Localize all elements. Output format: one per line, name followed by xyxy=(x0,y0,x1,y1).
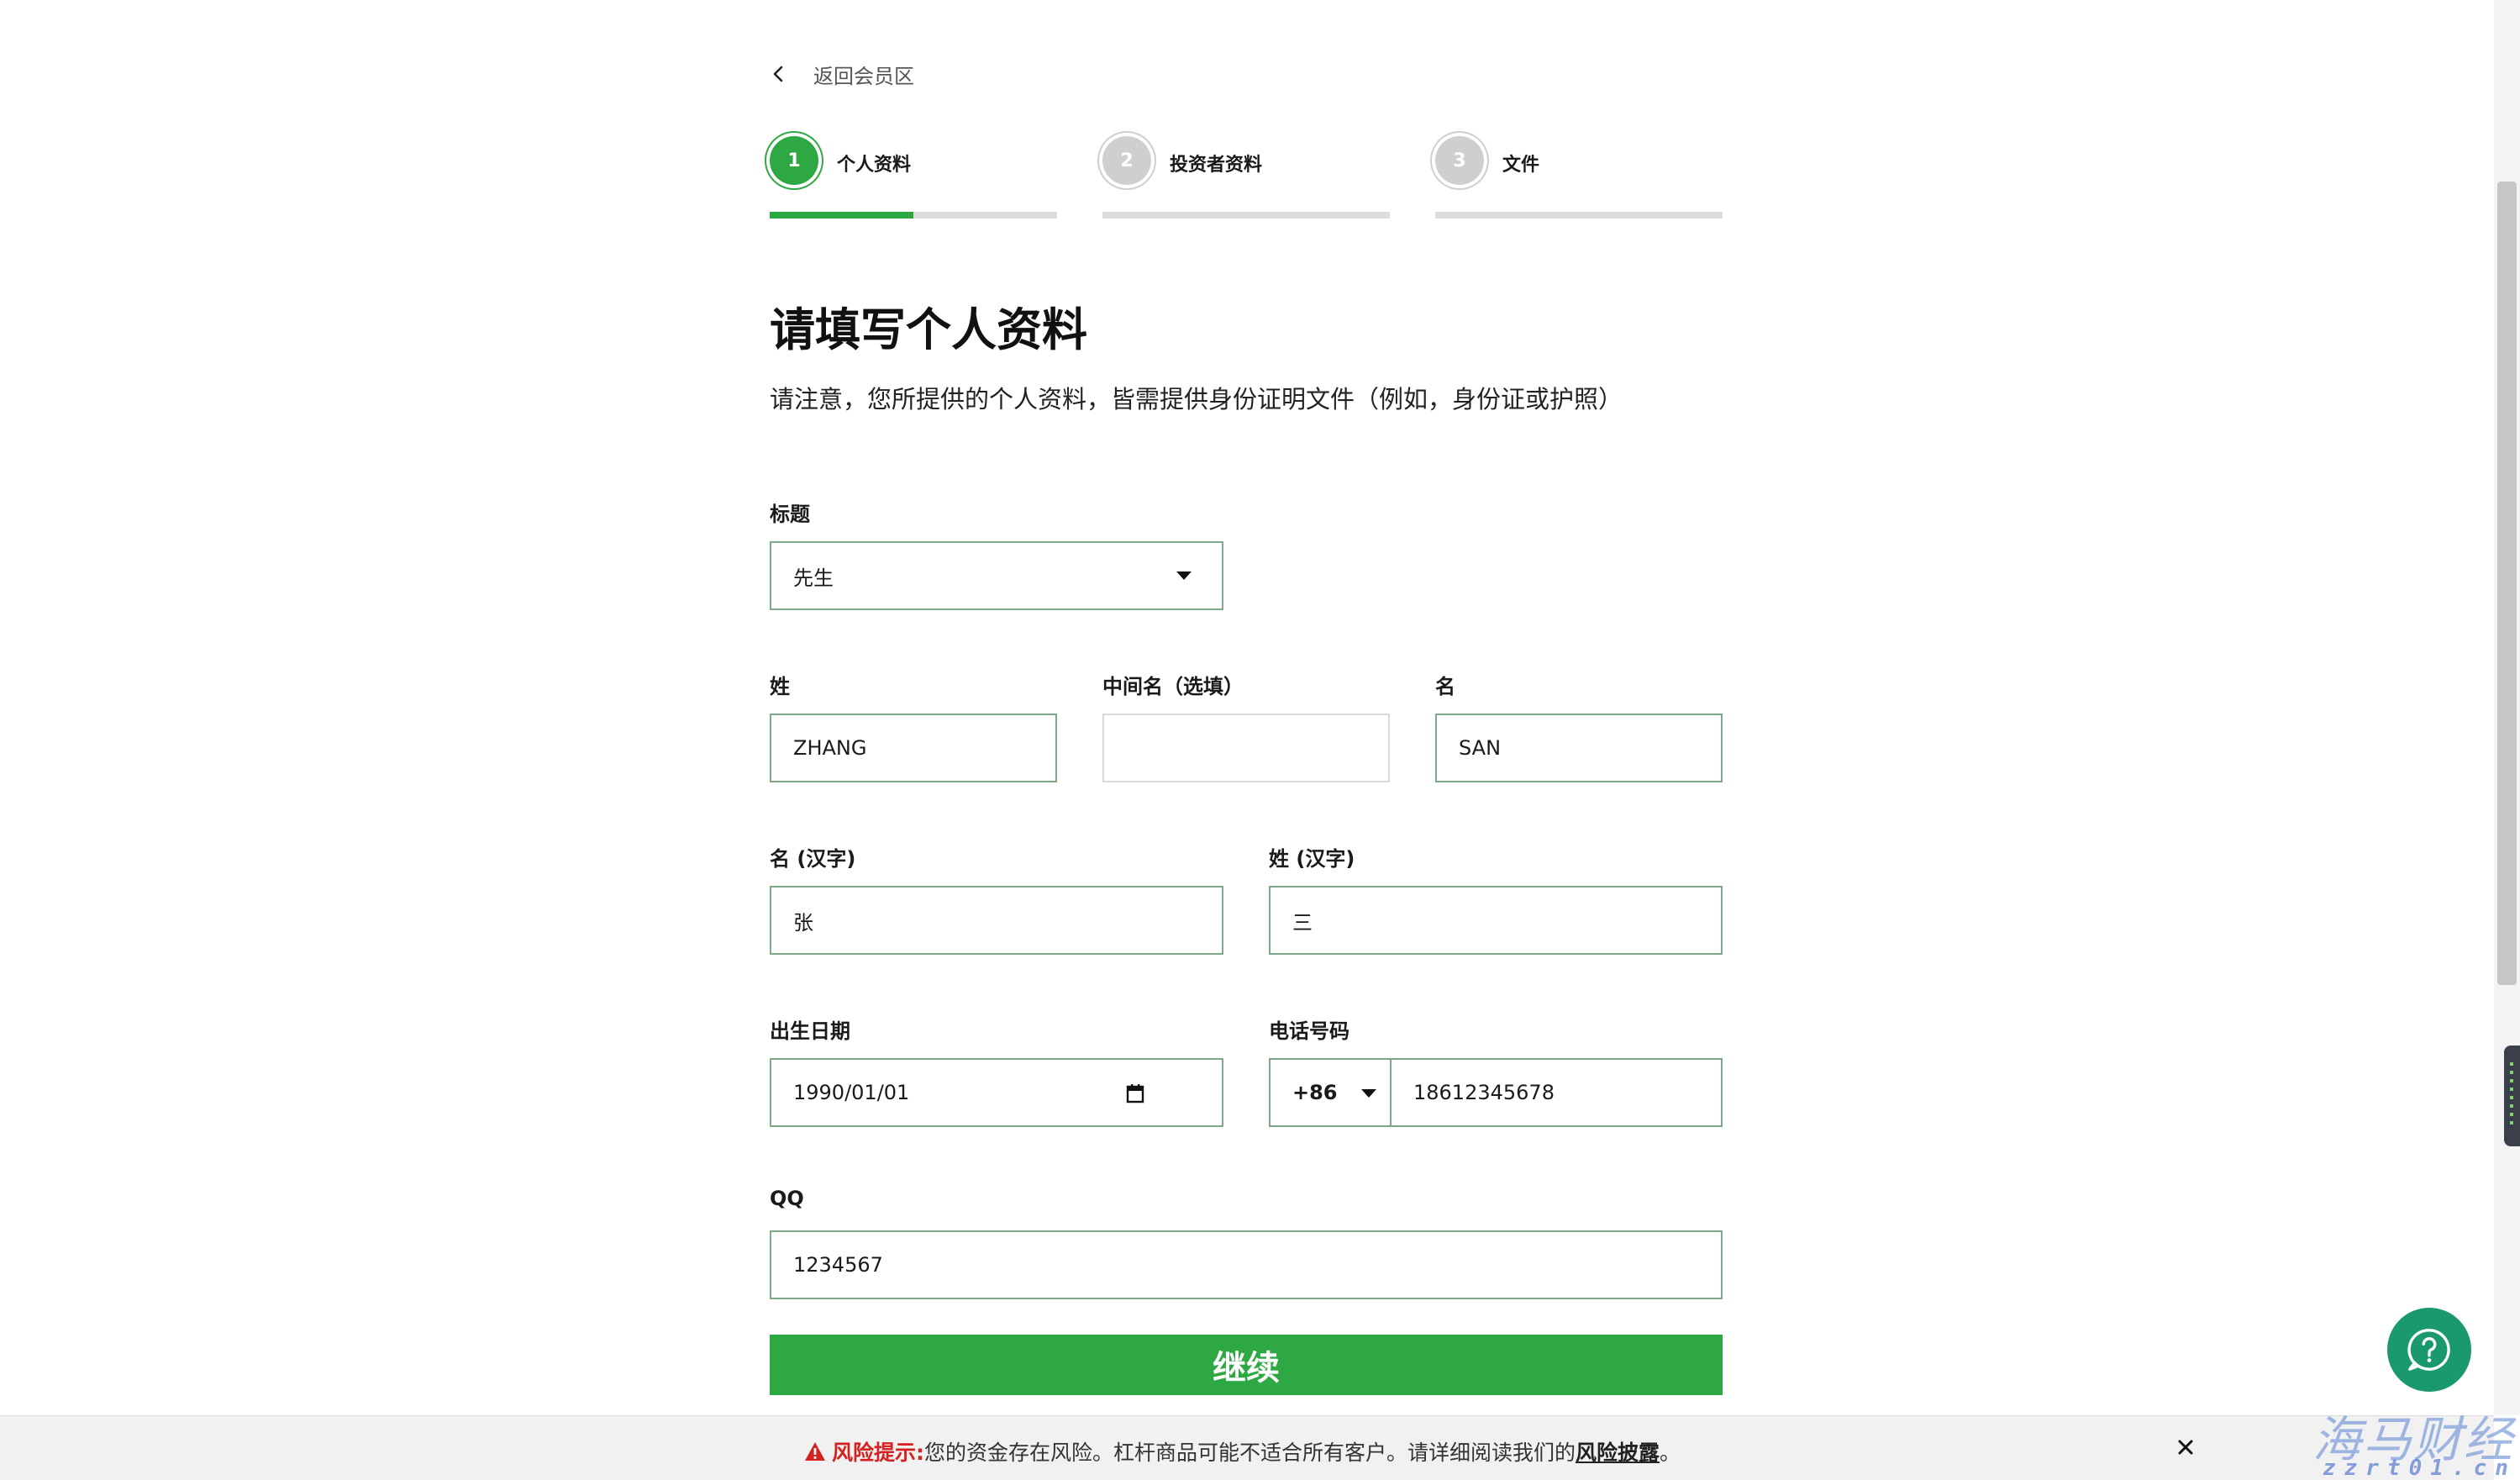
watermark-bottom-text: zzrt01.cn xyxy=(2323,1456,2517,1480)
country-code-select[interactable]: +86 xyxy=(1269,1058,1392,1127)
step-progress-bar xyxy=(1102,212,1390,219)
last-name-input[interactable]: ZHANG xyxy=(770,714,1057,782)
phone-label: 电话号码 xyxy=(1269,1019,1349,1043)
side-widget-indicator xyxy=(2510,1062,2513,1130)
risk-label: 风险提示: xyxy=(832,1440,924,1465)
risk-text-end: 。 xyxy=(1660,1440,1681,1465)
step-number: 2 xyxy=(1102,136,1151,185)
phone-field: +86 18612345678 xyxy=(1269,1058,1723,1127)
step-investor-info: 2 投资者资料 xyxy=(1102,134,1390,219)
phone-number-value: 18612345678 xyxy=(1413,1081,1555,1104)
middle-name-label: 中间名（选填） xyxy=(1102,675,1244,698)
first-name-label: 名 xyxy=(1435,675,1455,698)
first-name-input[interactable]: SAN xyxy=(1435,714,1723,782)
watermark-logo: 海马财经 zzrt01.cn xyxy=(2312,1400,2520,1480)
salutation-value: 先生 xyxy=(793,566,834,590)
qq-label: QQ xyxy=(770,1187,804,1210)
step-personal-info: 1 个人资料 xyxy=(770,134,1057,219)
last-name-value: ZHANG xyxy=(793,736,867,760)
salutation-select[interactable]: 先生 xyxy=(770,541,1223,610)
dob-label: 出生日期 xyxy=(770,1019,850,1043)
help-chat-icon xyxy=(2407,1329,2450,1371)
dob-input[interactable]: 1990/01/01 xyxy=(770,1058,1223,1127)
warning-icon xyxy=(805,1442,825,1461)
first-name-cn-label: 名 (汉字) xyxy=(770,847,856,871)
chevron-left-icon xyxy=(770,57,803,91)
help-chat-button[interactable] xyxy=(2387,1308,2471,1392)
progress-steps: 1 个人资料 2 投资者资料 3 文件 xyxy=(770,134,1723,219)
caret-down-icon xyxy=(1361,1089,1376,1098)
step-label: 个人资料 xyxy=(837,155,912,176)
step-number: 3 xyxy=(1435,136,1484,185)
scrollbar-thumb[interactable] xyxy=(2497,182,2517,985)
step-progress-bar xyxy=(1435,212,1723,219)
first-name-cn-input[interactable]: 张 xyxy=(770,886,1223,955)
step-progress-fill xyxy=(770,212,913,219)
caret-down-icon xyxy=(1176,571,1192,580)
phone-number-input[interactable]: 18612345678 xyxy=(1390,1058,1723,1127)
last-name-cn-label: 姓 (汉字) xyxy=(1269,847,1355,871)
close-icon[interactable] xyxy=(2171,1433,2200,1462)
page-subtitle: 请注意，您所提供的个人资料，皆需提供身份证明文件（例如，身份证或护照） xyxy=(770,385,1623,413)
first-name-cn-value: 张 xyxy=(793,910,813,935)
calendar-icon[interactable] xyxy=(1126,1083,1144,1103)
first-name-value: SAN xyxy=(1459,736,1502,760)
salutation-label: 标题 xyxy=(770,503,810,526)
risk-disclosure-link[interactable]: 风险披露 xyxy=(1576,1436,1660,1467)
middle-name-input[interactable] xyxy=(1102,714,1390,782)
last-name-cn-input[interactable]: 三 xyxy=(1269,886,1723,955)
qq-value: 1234567 xyxy=(793,1253,883,1277)
page-scrollbar[interactable] xyxy=(2494,0,2520,1415)
continue-button[interactable]: 继续 xyxy=(770,1335,1723,1395)
last-name-label: 姓 xyxy=(770,675,790,698)
risk-warning-content: 风险提示: 您的资金存在风险。杠杆商品可能不适合所有客户。请详细阅读我们的 风险… xyxy=(803,1436,1681,1467)
risk-text: 您的资金存在风险。杠杆商品可能不适合所有客户。请详细阅读我们的 xyxy=(924,1440,1576,1465)
dob-value: 1990/01/01 xyxy=(793,1081,910,1104)
step-label: 投资者资料 xyxy=(1170,155,1263,176)
step-progress-bar xyxy=(770,212,1057,219)
step-label: 文件 xyxy=(1502,155,1540,176)
page-title: 请填写个人资料 xyxy=(770,303,1087,356)
back-to-member-area-link[interactable]: 返回会员区 xyxy=(770,57,914,91)
step-number: 1 xyxy=(770,136,818,185)
side-widget-tab[interactable] xyxy=(2504,1045,2520,1146)
risk-warning-bar: 风险提示: 您的资金存在风险。杠杆商品可能不适合所有客户。请详细阅读我们的 风险… xyxy=(0,1415,2494,1480)
qq-input[interactable]: 1234567 xyxy=(770,1230,1723,1299)
step-documents: 3 文件 xyxy=(1435,134,1723,219)
last-name-cn-value: 三 xyxy=(1292,910,1313,935)
back-label: 返回会员区 xyxy=(813,64,914,88)
country-code-value: +86 xyxy=(1292,1081,1338,1104)
